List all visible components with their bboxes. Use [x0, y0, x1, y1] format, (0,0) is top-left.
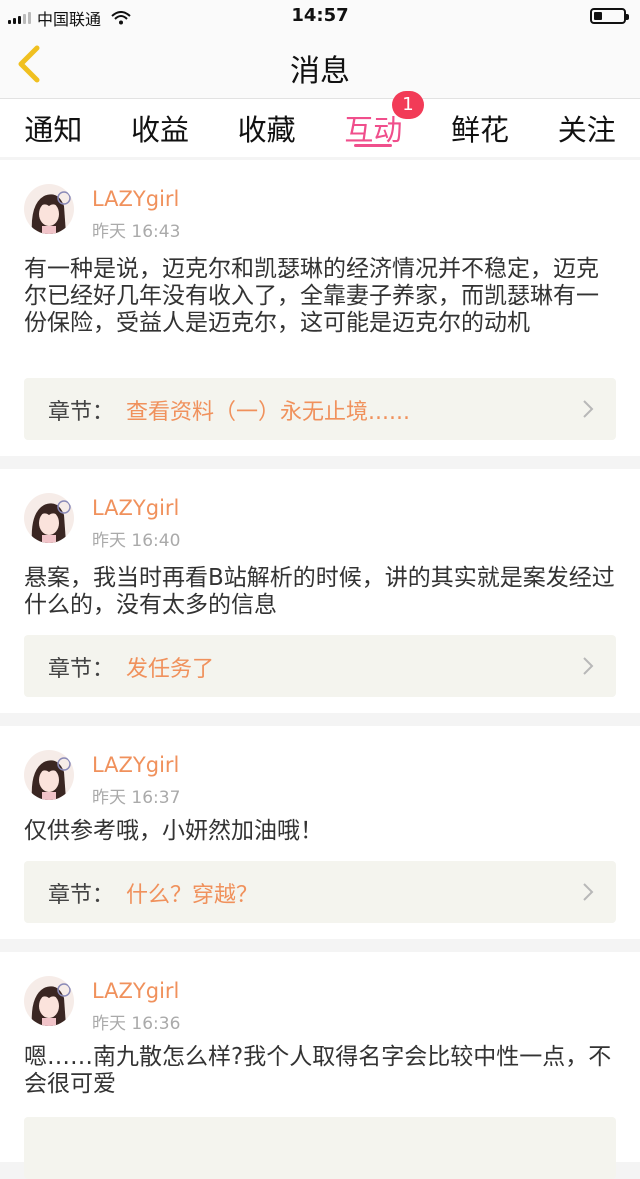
chapter-link[interactable]: 章节： 查看资料（一）永无止境......: [24, 378, 616, 440]
chapter-link[interactable]: [24, 1117, 616, 1179]
battery-level: [594, 12, 602, 20]
username[interactable]: LAZYgirl: [92, 979, 179, 1003]
avatar-image: [24, 976, 74, 1026]
username[interactable]: LAZYgirl: [92, 496, 179, 520]
timestamp: 昨天 16:37: [92, 788, 181, 808]
tab-interactions[interactable]: 互动 1: [320, 91, 427, 157]
message-card: LAZYgirl 昨天 16:43 有一种是说，迈克尔和凯瑟琳的经济情况并不稳定…: [0, 160, 640, 456]
message-text: 嗯……南九散怎么样?我个人取得名字会比较中性一点，不会很可爱: [24, 1044, 612, 1097]
avatar[interactable]: [24, 184, 74, 234]
message-text: 悬案，我当时再看B站解析的时候，讲的其实就是案发经过什么的，没有太多的信息: [24, 565, 615, 618]
username[interactable]: LAZYgirl: [92, 753, 179, 777]
message-text: 有一种是说，迈克尔和凯瑟琳的经济情况并不稳定，迈克尔已经好几年没有收入了，全靠妻…: [24, 256, 599, 336]
status-bar: 中国联通 14:57: [0, 0, 640, 32]
chapter-title: 查看资料（一）永无止境......: [126, 400, 410, 425]
avatar-image: [24, 750, 74, 800]
tab-favorites[interactable]: 收藏: [213, 99, 320, 157]
tab-label: 关注: [557, 113, 616, 147]
chapter-link[interactable]: 章节： 什么？穿越？: [24, 861, 616, 923]
timestamp: 昨天 16:43: [92, 222, 181, 242]
tab-notifications[interactable]: 通知: [0, 99, 107, 157]
tab-flowers[interactable]: 鲜花: [427, 99, 534, 157]
tab-label: 鲜花: [451, 113, 510, 147]
username[interactable]: LAZYgirl: [92, 187, 179, 211]
tab-label: 互动: [344, 113, 403, 147]
chapter-link[interactable]: 章节： 发任务了: [24, 635, 616, 697]
avatar-image: [24, 493, 74, 543]
unread-badge: 1: [392, 91, 425, 119]
tab-bar: 通知 收益 收藏 互动 1 鲜花 关注: [0, 91, 640, 157]
chapter-title: 什么？穿越？: [126, 883, 259, 908]
divider: [0, 456, 640, 469]
avatar-image: [24, 184, 74, 234]
divider: [0, 939, 640, 952]
divider: [0, 713, 640, 726]
chevron-right-icon: [583, 400, 594, 418]
tab-following[interactable]: 关注: [533, 99, 640, 157]
nav-bar: 消息: [0, 32, 640, 99]
chevron-right-icon: [583, 657, 594, 675]
chapter-label: 章节：: [48, 400, 115, 425]
avatar[interactable]: [24, 493, 74, 543]
message-text: 仅供参考哦，小妍然加油哦！: [24, 818, 323, 844]
message-card: LAZYgirl 昨天 16:37 仅供参考哦，小妍然加油哦！ 章节： 什么？穿…: [0, 726, 640, 939]
message-card: LAZYgirl 昨天 16:36 嗯……南九散怎么样?我个人取得名字会比较中性…: [0, 952, 640, 1179]
avatar[interactable]: [24, 750, 74, 800]
page-title: 消息: [290, 54, 350, 89]
active-tab-indicator: [354, 144, 393, 147]
chevron-right-icon: [583, 883, 594, 901]
chapter-label: 章节：: [48, 657, 115, 682]
message-card: LAZYgirl 昨天 16:40 悬案，我当时再看B站解析的时候，讲的其实就是…: [0, 469, 640, 713]
tab-label: 收藏: [237, 113, 296, 147]
message-list: LAZYgirl 昨天 16:43 有一种是说，迈克尔和凯瑟琳的经济情况并不稳定…: [0, 160, 640, 1179]
chapter-label: 章节：: [48, 883, 115, 908]
battery-icon: [590, 8, 629, 24]
avatar[interactable]: [24, 976, 74, 1026]
chapter-title: 发任务了: [126, 657, 215, 682]
timestamp: 昨天 16:40: [92, 531, 181, 551]
status-time: 14:57: [291, 5, 349, 26]
tab-label: 通知: [24, 113, 83, 147]
tab-earnings[interactable]: 收益: [107, 99, 214, 157]
timestamp: 昨天 16:36: [92, 1014, 181, 1034]
tab-label: 收益: [131, 113, 190, 147]
